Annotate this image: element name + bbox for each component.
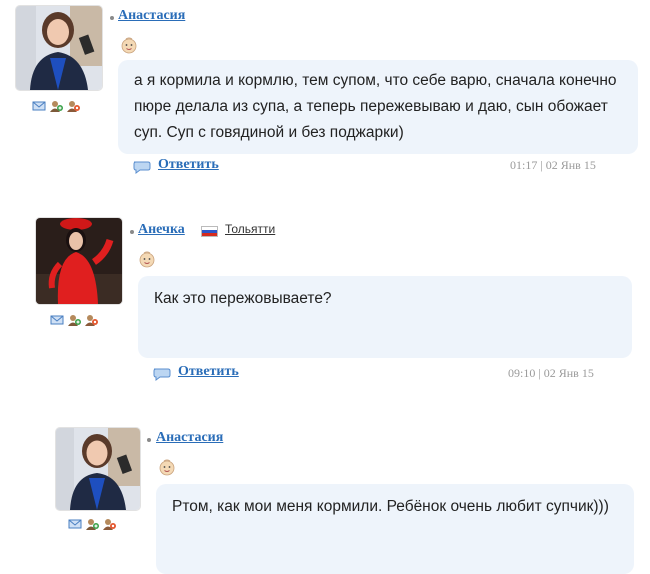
message-bubble: а я кормила и кормлю, тем супом, что себ… [118, 60, 638, 154]
baby-smile-icon [120, 36, 138, 54]
baby-smile-icon [138, 250, 156, 268]
author-name[interactable]: Анастасия [156, 430, 223, 446]
message-text: а я кормила и кормлю, тем супом, что себ… [134, 72, 617, 141]
author-name[interactable]: Анечка [138, 222, 185, 238]
message-text: Ртом, как мои меня кормили. Ребёнок очен… [172, 498, 609, 515]
message-bubble: Как это пережовываете? [138, 276, 632, 358]
add-friend-icon[interactable] [67, 314, 81, 326]
reply-link[interactable]: Ответить [178, 364, 239, 380]
user-actions [50, 314, 98, 326]
reply-link[interactable]: Ответить [158, 157, 219, 173]
message-text: Как это пережовываете? [154, 290, 332, 307]
gift-icon[interactable] [102, 518, 116, 530]
avatar[interactable] [16, 6, 102, 90]
author-name[interactable]: Анастасия [118, 8, 185, 24]
timestamp: 01:17 | 02 Янв 15 [510, 158, 596, 172]
speech-bubble-icon[interactable] [152, 367, 172, 381]
user-city[interactable]: Тольятти [225, 222, 275, 236]
bullet [130, 230, 134, 234]
add-friend-icon[interactable] [85, 518, 99, 530]
envelope-icon[interactable] [68, 518, 82, 530]
avatar[interactable] [36, 218, 122, 304]
user-actions [68, 518, 116, 530]
speech-bubble-icon[interactable] [132, 160, 152, 174]
bullet [110, 16, 114, 20]
envelope-icon[interactable] [50, 314, 64, 326]
user-actions [32, 100, 80, 112]
message-bubble: Ртом, как мои меня кормили. Ребёнок очен… [156, 484, 634, 574]
avatar-photo [56, 428, 140, 510]
add-friend-icon[interactable] [49, 100, 63, 112]
gift-icon[interactable] [84, 314, 98, 326]
avatar-photo [36, 218, 122, 304]
bullet [147, 438, 151, 442]
russia-flag-icon [201, 226, 218, 237]
timestamp: 09:10 | 02 Янв 15 [508, 366, 594, 380]
envelope-icon[interactable] [32, 100, 46, 112]
gift-icon[interactable] [66, 100, 80, 112]
avatar-photo [16, 6, 102, 90]
baby-smile-icon [158, 458, 176, 476]
avatar[interactable] [56, 428, 140, 510]
